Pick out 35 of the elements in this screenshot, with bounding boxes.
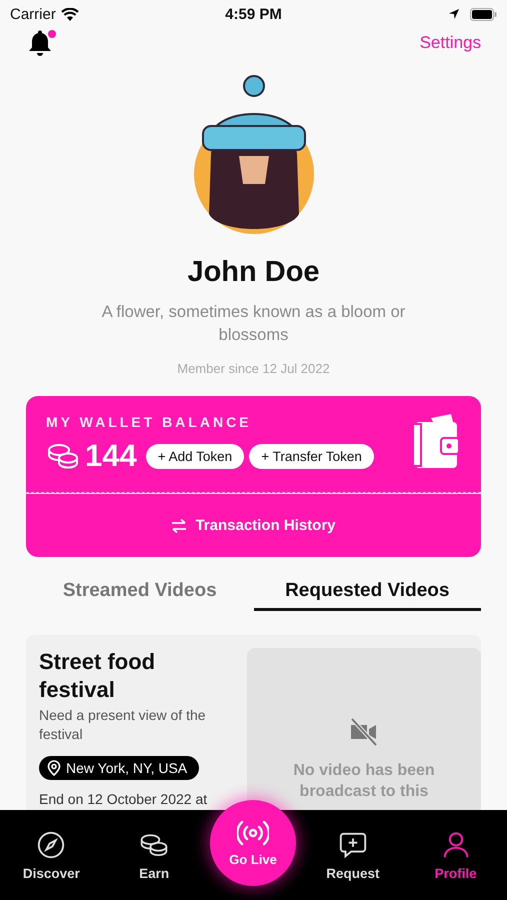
wallet-icon [413, 414, 459, 470]
profile-bio: A flower, sometimes known as a bloom or blossoms [100, 302, 406, 346]
location-pin-icon [47, 760, 61, 776]
compass-icon [36, 830, 66, 860]
nav-tab[interactable]: Request [302, 810, 404, 900]
nav-tab[interactable]: Profile [404, 810, 507, 900]
wifi-icon [60, 8, 79, 20]
video-tab[interactable]: Streamed Videos [26, 573, 254, 611]
nav-tab[interactable]: Earn [102, 810, 206, 900]
profile-name: John Doe [187, 256, 320, 289]
location-tag: New York, NY, USA [39, 756, 200, 780]
swap-arrows-icon [171, 518, 188, 532]
clock-time: 4:59 PM [225, 6, 282, 22]
video-off-icon [349, 718, 379, 746]
request-end-date: End on 12 October 2022 at [39, 791, 208, 807]
token-action-button[interactable]: + Add Token [146, 444, 244, 468]
request-description: Need a present view of the festival [39, 706, 207, 744]
notification-bell-icon[interactable] [28, 28, 56, 58]
coins-icon [46, 441, 80, 471]
location-arrow-icon [448, 8, 460, 20]
wallet-title: MY WALLET BALANCE [46, 414, 253, 430]
carrier-label: Carrier [10, 6, 56, 22]
battery-icon [470, 8, 497, 20]
request-title: Street food festival [39, 648, 156, 704]
go-live-button[interactable]: Go Live [210, 800, 296, 886]
request-card[interactable]: Street food festival Need a present view of the festival New York, NY, USA End on 12 October 2022 at No video has been broadcast to this [26, 635, 481, 810]
nav-tab[interactable]: Discover [0, 810, 103, 900]
member-since-text: Member since 12 Jul 2022 [177, 361, 330, 376]
no-video-message: No video has been broadcast to this [292, 761, 436, 802]
chat-plus-icon [338, 830, 368, 860]
video-tab[interactable]: Requested Videos [254, 573, 481, 611]
token-action-button[interactable]: + Transfer Token [249, 444, 374, 468]
token-balance: 144 [85, 438, 137, 474]
transaction-history-link[interactable]: Transaction History [195, 517, 336, 534]
broadcast-icon [237, 820, 269, 846]
